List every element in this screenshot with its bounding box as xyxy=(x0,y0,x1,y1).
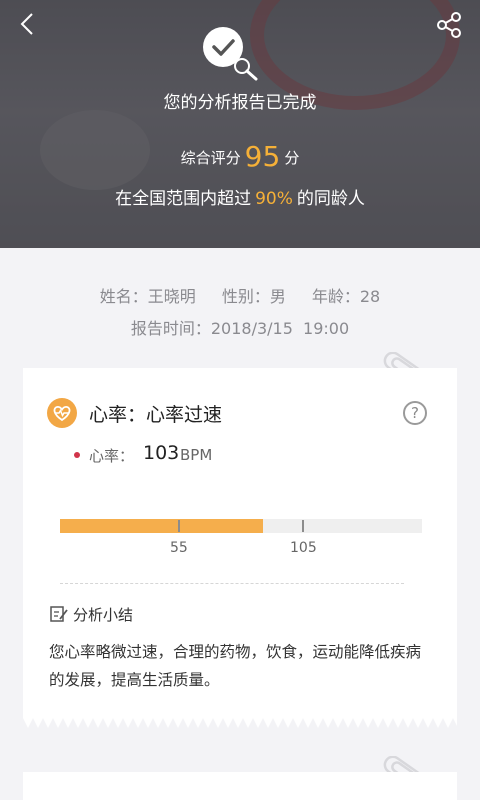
heart-rate-value: 103 xyxy=(143,442,180,464)
percentile-value: 90% xyxy=(255,189,293,209)
heart-rate-bar-fill xyxy=(60,519,263,533)
percent-prefix: 在全国范围内超过 xyxy=(115,189,252,209)
gender-label: 性别： xyxy=(221,287,270,306)
heart-rate-label: 心率： xyxy=(89,447,135,465)
range-low-tick xyxy=(178,520,180,532)
report-time-row: 报告时间：2018/3/15 19:00 xyxy=(0,315,480,339)
heart-pulse-icon xyxy=(47,398,77,428)
patient-info-row: 姓名：王晓明 性别：男 年龄：28 xyxy=(0,283,480,307)
patient-name: 王晓明 xyxy=(147,287,196,306)
summary-title: 分析小结 xyxy=(73,606,134,624)
name-label: 姓名： xyxy=(99,287,148,306)
card-title: 心率：心率过速 xyxy=(89,404,223,426)
card-torn-edge xyxy=(23,718,457,728)
next-report-card xyxy=(23,772,457,800)
overall-score-value: 95 xyxy=(244,140,281,173)
age-label: 年龄： xyxy=(311,287,360,306)
dashed-divider xyxy=(60,583,404,584)
percent-suffix: 的同龄人 xyxy=(296,189,365,209)
patient-gender: 男 xyxy=(269,287,286,306)
edit-note-icon xyxy=(49,604,69,624)
help-icon[interactable]: ? xyxy=(403,401,427,425)
report-complete-title: 您的分析报告已完成 xyxy=(163,93,317,113)
score-prefix: 综合评分 xyxy=(180,149,241,167)
range-low-label: 55 xyxy=(170,540,188,556)
time-label: 报告时间： xyxy=(130,319,211,338)
heart-rate-range-bar xyxy=(60,519,422,533)
check-search-icon xyxy=(200,26,260,82)
overall-score-line: 综合评分 95 分 xyxy=(0,140,480,173)
summary-text: 您心率略微过速，合理的药物，饮食，运动能降低疾病的发展，提高生活质量。 xyxy=(49,643,422,689)
back-icon[interactable] xyxy=(14,10,44,40)
share-icon[interactable] xyxy=(434,10,464,40)
peer-percentile-line: 在全国范围内超过 90% 的同龄人 xyxy=(0,184,480,209)
score-suffix: 分 xyxy=(284,149,300,167)
report-header: 您的分析报告已完成 综合评分 95 分 在全国范围内超过 90% 的同龄人 xyxy=(0,0,480,248)
heart-rate-unit: BPM xyxy=(180,446,213,464)
range-high-tick xyxy=(302,520,304,532)
patient-age: 28 xyxy=(359,287,381,306)
heart-rate-card: 心率：心率过速 ? 心率： 103 BPM 55 105 分析小结 您心率略微过… xyxy=(23,368,457,718)
range-high-label: 105 xyxy=(290,540,317,556)
report-time: 2018/3/15 19:00 xyxy=(210,319,350,338)
bullet-dot xyxy=(74,452,80,458)
